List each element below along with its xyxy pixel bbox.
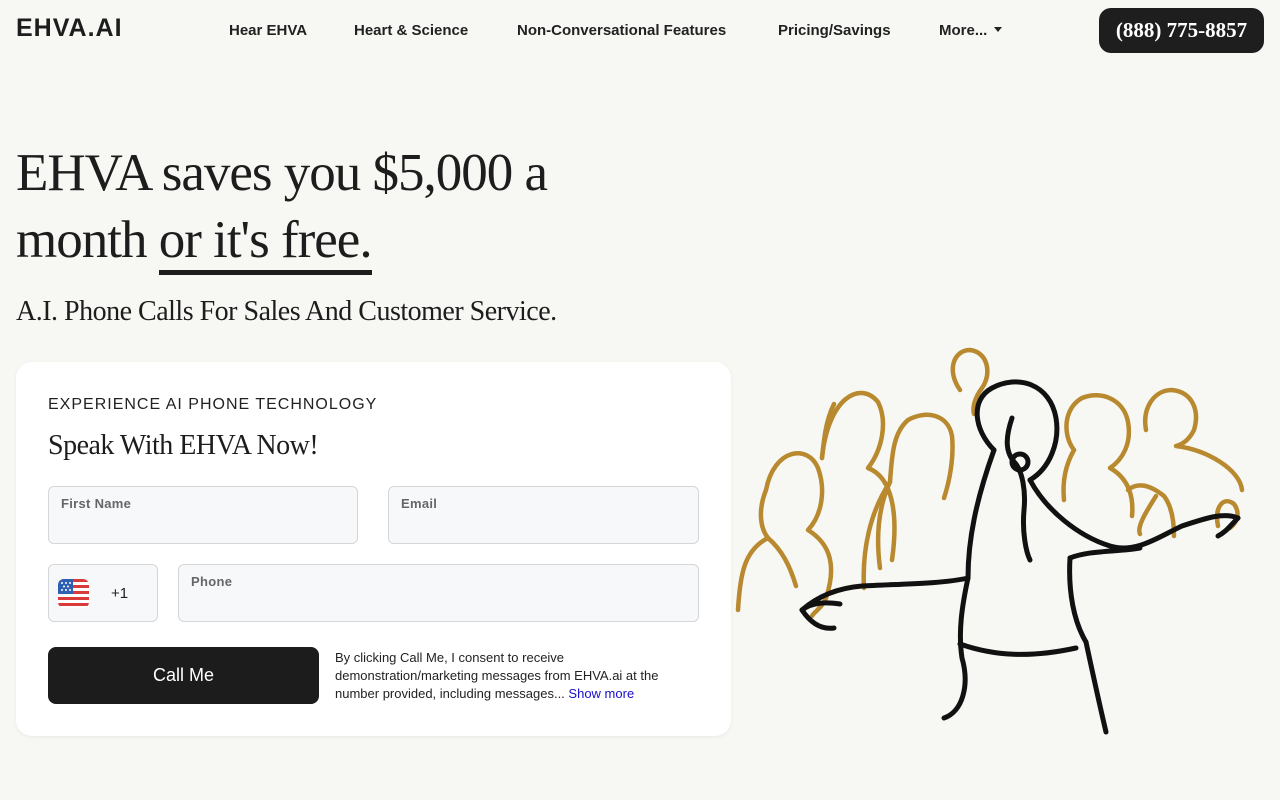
country-dial-code: +1 [111,585,129,602]
site-logo[interactable]: EHVA.AI [16,14,123,43]
woman-foreground-outline [799,379,1241,735]
first-name-field[interactable]: First Name [48,486,358,544]
hero-subtitle: A.I. Phone Calls For Sales And Customer … [16,296,557,327]
phone-number-button[interactable]: (888) 775-8857 [1099,8,1264,53]
first-name-input[interactable] [61,513,345,537]
form-eyebrow: EXPERIENCE AI PHONE TECHNOLOGY [48,396,378,413]
phone-field[interactable]: Phone [178,564,699,622]
nav-hear-ehva[interactable]: Hear EHVA [229,22,307,39]
email-field[interactable]: Email [388,486,699,544]
first-name-label: First Name [61,496,132,511]
team-illustration [735,347,1245,735]
hero-title: EHVA saves you $5,000 a month or it's fr… [16,140,636,275]
email-input[interactable] [401,513,686,537]
nav-heart-science[interactable]: Heart & Science [354,22,468,39]
nav-more-label: More... [939,22,988,39]
phone-input[interactable] [191,591,686,615]
consent-text-block: By clicking Call Me, I consent to receiv… [335,649,695,703]
phone-label: Phone [191,574,233,589]
hero-title-line2: month [16,211,159,269]
country-code-select[interactable]: +1 [48,564,158,622]
nav-pricing-savings[interactable]: Pricing/Savings [778,22,891,39]
form-title: Speak With EHVA Now! [48,430,319,461]
hero-title-underlined: or it's free. [158,211,373,275]
us-flag-icon [58,579,89,608]
hero-title-line1: EHVA saves you $5,000 a [16,144,548,202]
show-more-link[interactable]: Show more [568,686,634,701]
email-label: Email [401,496,438,511]
call-me-button[interactable]: Call Me [48,647,319,704]
nav-more-dropdown[interactable]: More... [939,22,1003,39]
caret-down-icon [994,27,1003,32]
call-form-card: EXPERIENCE AI PHONE TECHNOLOGY Speak Wit… [16,362,731,736]
nav-non-conversational-features[interactable]: Non-Conversational Features [517,22,726,39]
